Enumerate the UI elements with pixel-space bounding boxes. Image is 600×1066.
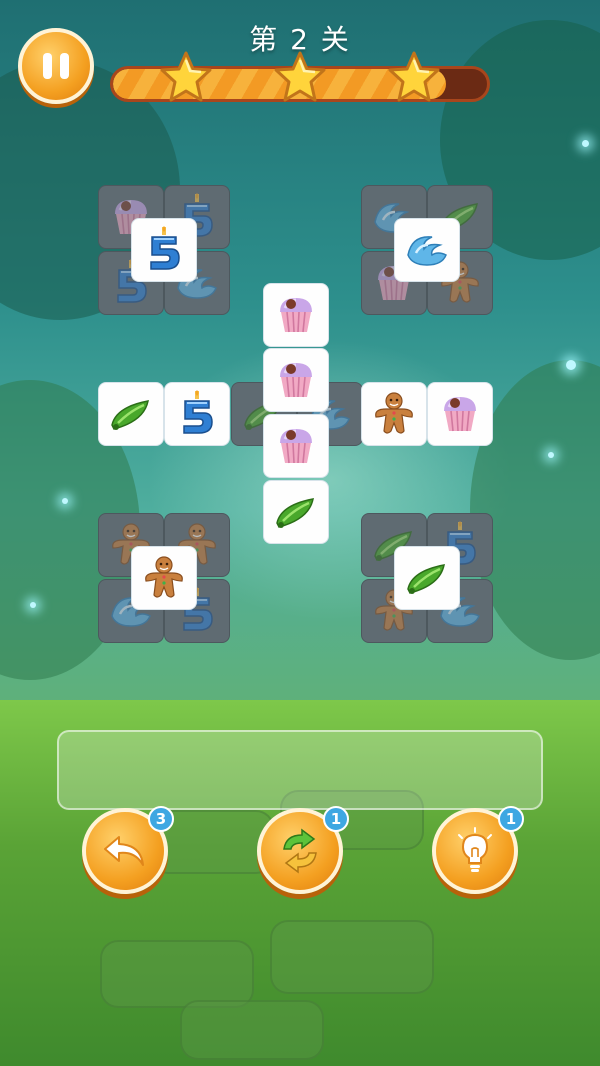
shuffle-arrows-icon <box>283 828 317 874</box>
tile-cupcake[interactable] <box>263 414 331 482</box>
undo-button[interactable]: 3 <box>82 806 174 894</box>
lightbulb-icon <box>458 827 492 872</box>
shuffle-count-badge: 1 <box>323 806 349 832</box>
tile-cupcake[interactable] <box>427 382 495 450</box>
tile-water-splash[interactable] <box>394 218 462 286</box>
undo-count-badge: 3 <box>148 806 174 832</box>
tile-cupcake[interactable] <box>263 348 331 416</box>
tile-gingerbread[interactable] <box>131 546 199 614</box>
tile-gingerbread[interactable] <box>361 382 429 450</box>
hint-button[interactable]: 1 <box>432 806 524 894</box>
tile-tray <box>57 730 543 810</box>
undo-arrow-icon <box>104 836 144 866</box>
tile-board <box>0 0 600 1066</box>
tile-number-five[interactable] <box>164 382 232 450</box>
tile-pea-pod[interactable] <box>98 382 166 450</box>
tile-number-five[interactable] <box>131 218 199 286</box>
tile-cupcake[interactable] <box>263 283 331 351</box>
hint-count-badge: 1 <box>498 806 524 832</box>
shuffle-button[interactable]: 1 <box>257 806 349 894</box>
tile-pea-pod[interactable] <box>394 546 462 614</box>
tile-pea-pod[interactable] <box>263 480 331 548</box>
